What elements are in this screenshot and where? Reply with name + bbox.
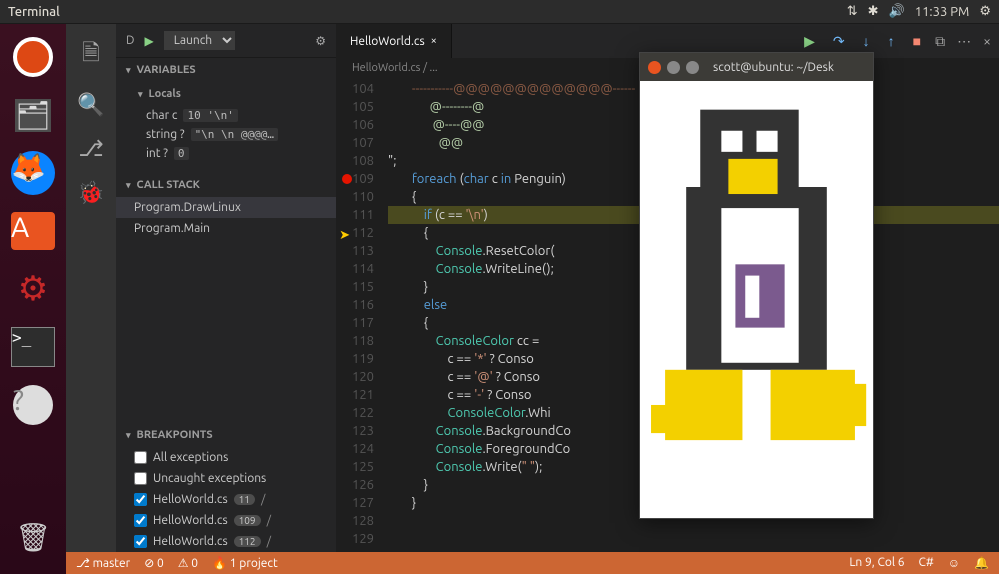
- tab-helloworld[interactable]: HelloWorld.cs×: [336, 24, 452, 58]
- status-bar: ⎇ master ⊘ 0 ⚠ 0 🔥 1 project Ln 9, Col 6…: [66, 552, 999, 574]
- stack-frame[interactable]: Program.Main: [116, 218, 336, 239]
- errors-status[interactable]: ⊘ 0: [144, 556, 164, 570]
- debug-toolbar: ▶ ↷ ↓ ↑ ■: [790, 33, 935, 50]
- step-over-button[interactable]: ↷: [833, 33, 845, 50]
- variables-header[interactable]: VARIABLES: [116, 58, 336, 82]
- clock[interactable]: 11:33 PM: [915, 5, 970, 19]
- bp-uncaught[interactable]: Uncaught exceptions: [116, 468, 336, 489]
- language-mode[interactable]: C#: [919, 556, 934, 570]
- locals-header[interactable]: Locals: [116, 82, 336, 106]
- close-editor-icon[interactable]: ×: [983, 33, 991, 50]
- variable-row[interactable]: string ?"\n \n @@@@…: [116, 125, 336, 144]
- branch-status[interactable]: ⎇ master: [76, 556, 130, 570]
- debug-letter: D: [126, 34, 134, 47]
- software-center-icon[interactable]: A: [6, 204, 60, 258]
- cursor-position[interactable]: Ln 9, Col 6: [849, 556, 904, 570]
- stop-button[interactable]: ■: [913, 33, 921, 49]
- step-into-button[interactable]: ↓: [863, 33, 870, 49]
- window-maximize-button[interactable]: [686, 61, 699, 74]
- warnings-status[interactable]: ⚠ 0: [178, 556, 198, 570]
- system-icon[interactable]: ⚙: [979, 4, 991, 19]
- notifications-icon[interactable]: 🔔: [974, 556, 989, 570]
- explorer-icon[interactable]: 🗎: [82, 36, 100, 74]
- debug-settings-icon[interactable]: ⚙: [315, 34, 326, 48]
- terminal-output: [640, 81, 873, 518]
- firefox-icon[interactable]: 🦊: [6, 146, 60, 200]
- bp-entry[interactable]: HelloWorld.cs11/: [116, 489, 336, 510]
- settings-icon[interactable]: ⚙: [6, 262, 60, 316]
- search-icon[interactable]: 🔍: [77, 92, 104, 118]
- breakpoints-header[interactable]: BREAKPOINTS: [116, 423, 336, 447]
- variable-row[interactable]: char c10 '\n': [116, 106, 336, 125]
- bp-entry[interactable]: HelloWorld.cs112/: [116, 531, 336, 552]
- window-minimize-button[interactable]: [667, 61, 680, 74]
- more-icon[interactable]: ⋯: [957, 33, 971, 50]
- terminal-title: scott@ubuntu: ~/Desk: [713, 61, 834, 74]
- project-status[interactable]: 🔥 1 project: [212, 556, 278, 570]
- debug-sidebar: D ▶ Launch ⚙ VARIABLES Locals char c10 '…: [116, 24, 336, 552]
- debug-config-select[interactable]: Launch: [164, 31, 235, 50]
- step-out-button[interactable]: ↑: [888, 33, 895, 49]
- start-debug-button[interactable]: ▶: [144, 34, 153, 48]
- tux-penguin-art: [644, 85, 869, 514]
- stack-frame[interactable]: Program.DrawLinux: [116, 197, 336, 218]
- volume-icon[interactable]: 🔊: [889, 4, 905, 19]
- window-close-button[interactable]: [648, 61, 661, 74]
- bp-all-exceptions[interactable]: All exceptions: [116, 447, 336, 468]
- help-icon[interactable]: ?: [6, 378, 60, 432]
- variable-row[interactable]: int ?0: [116, 144, 336, 163]
- git-icon[interactable]: ⎇: [78, 136, 103, 162]
- window-title: Terminal: [8, 5, 60, 19]
- ubuntu-dash-icon[interactable]: [6, 30, 60, 84]
- network-icon[interactable]: ⇅: [847, 4, 858, 19]
- trash-icon[interactable]: 🗑: [6, 510, 60, 564]
- close-tab-icon[interactable]: ×: [431, 35, 437, 47]
- terminal-window[interactable]: scott@ubuntu: ~/Desk: [639, 52, 874, 519]
- split-editor-icon[interactable]: ⧉: [935, 33, 945, 50]
- bp-entry[interactable]: HelloWorld.cs109/: [116, 510, 336, 531]
- files-icon[interactable]: 🗂: [6, 88, 60, 142]
- debug-icon[interactable]: 🐞: [77, 180, 104, 206]
- bluetooth-icon[interactable]: ✱: [868, 4, 879, 19]
- continue-button[interactable]: ▶: [804, 33, 815, 50]
- unity-launcher: 🗂 🦊 A ⚙ >_ ? 🗑: [0, 24, 66, 574]
- feedback-icon[interactable]: ☺: [948, 556, 960, 570]
- terminal-icon[interactable]: >_: [6, 320, 60, 374]
- callstack-header[interactable]: CALL STACK: [116, 173, 336, 197]
- activity-bar: 🗎 🔍 ⎇ 🐞: [66, 24, 116, 552]
